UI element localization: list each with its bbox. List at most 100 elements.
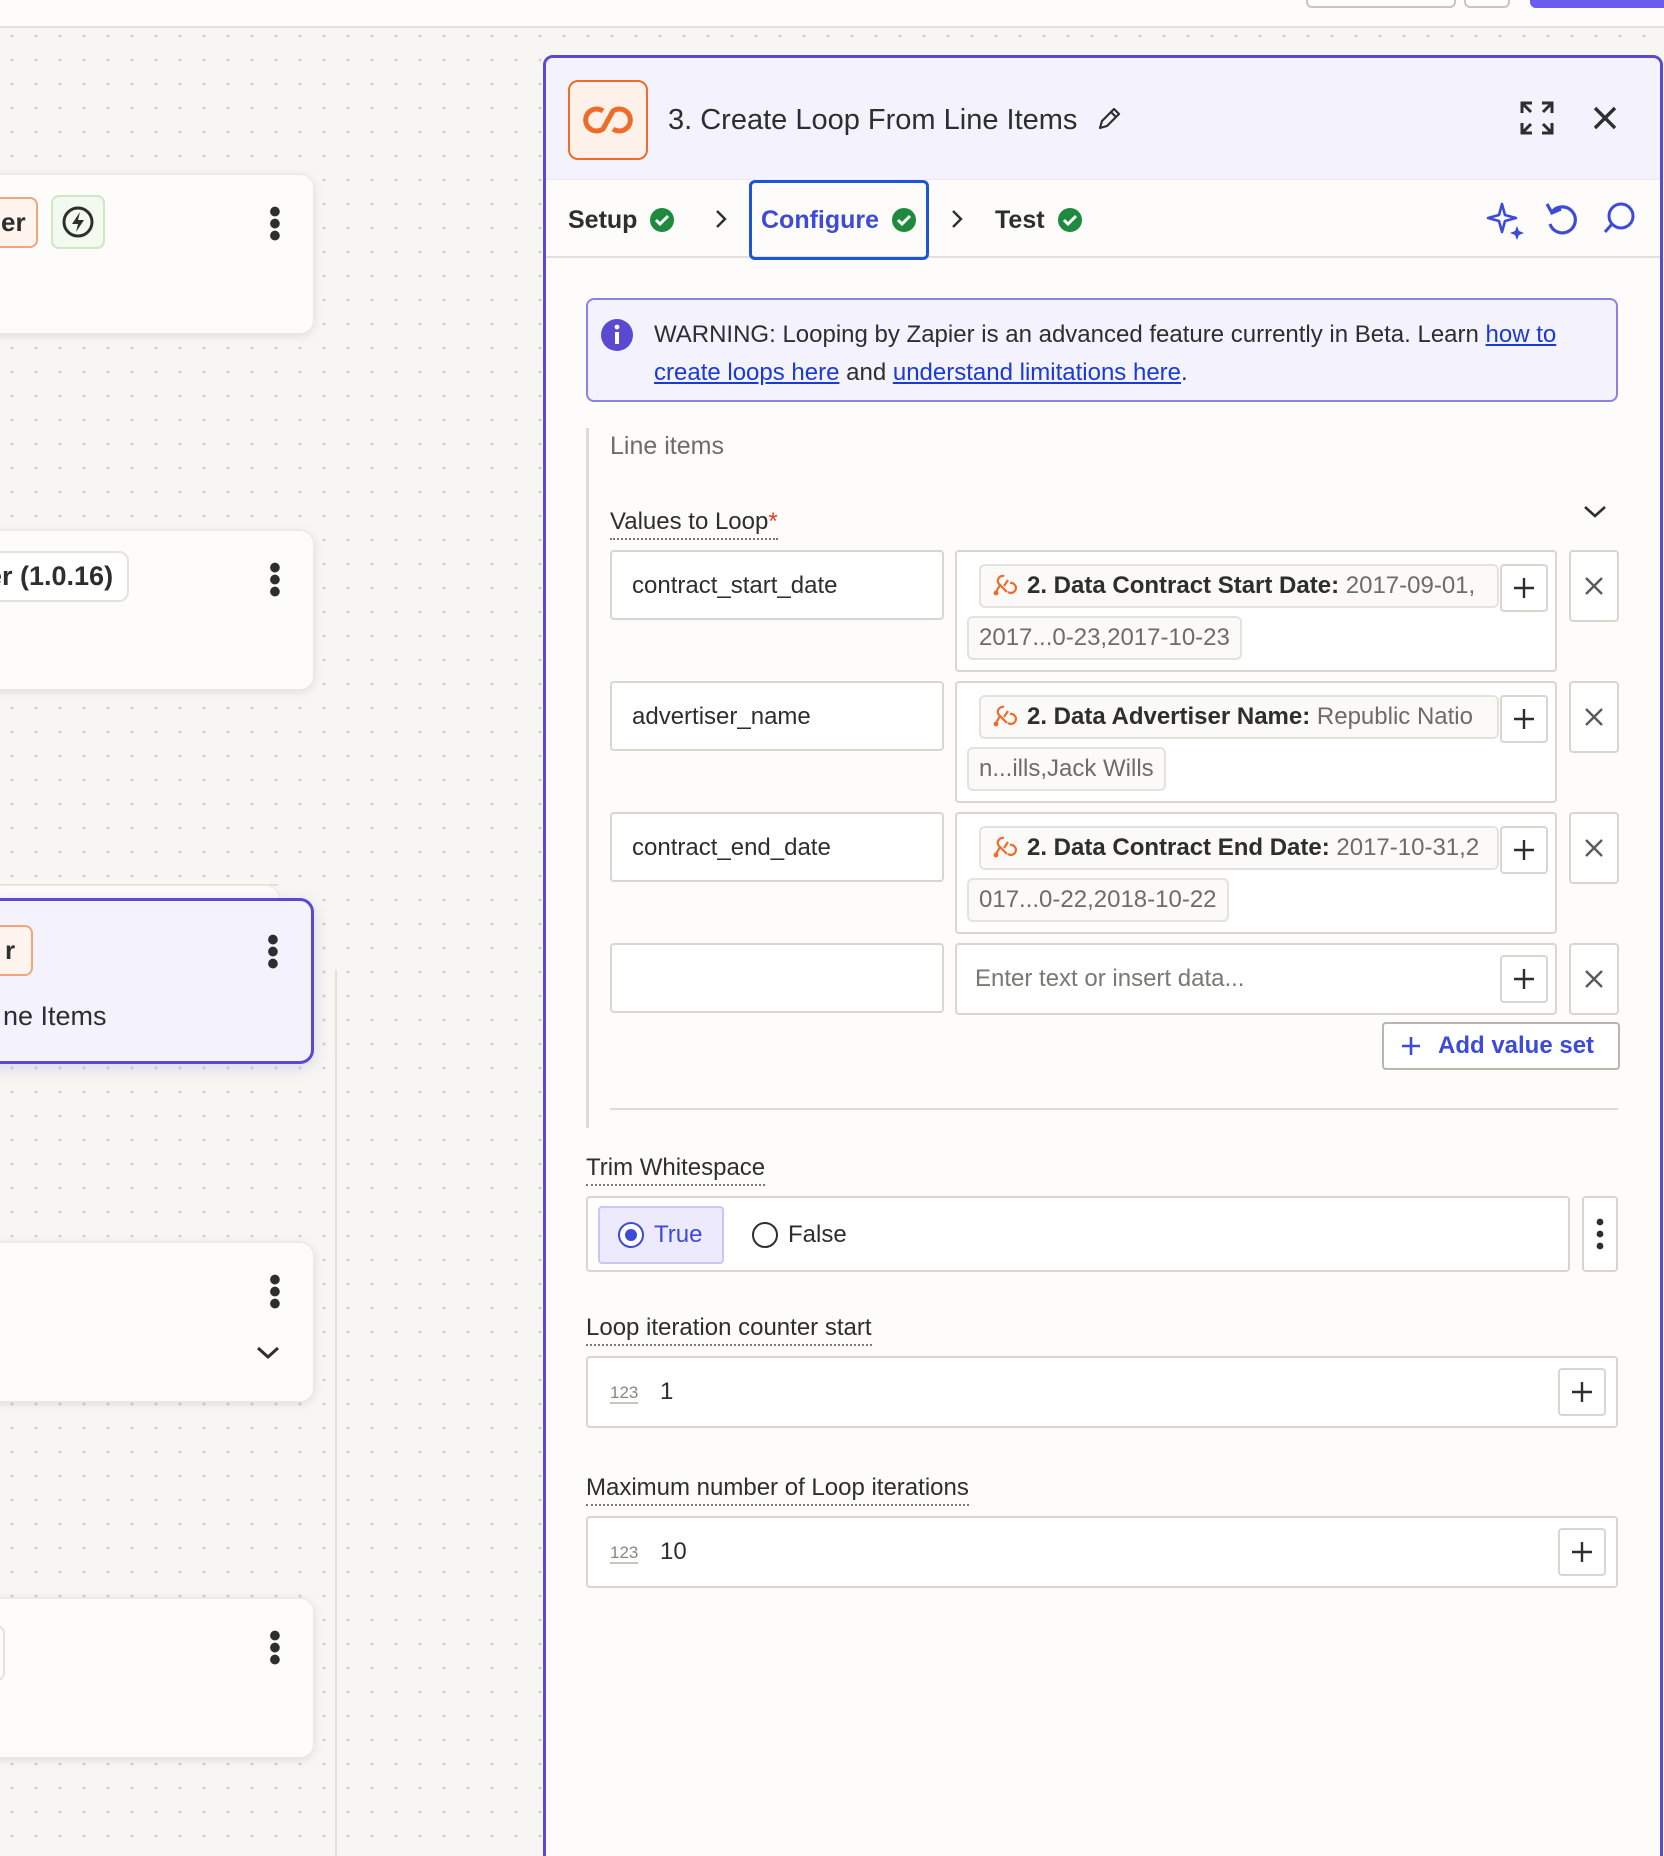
expand-icon[interactable] xyxy=(1519,100,1555,136)
loop-value-input[interactable]: 2. Data Contract Start Date: 2017-09-01,… xyxy=(955,550,1557,672)
loop-key-input[interactable] xyxy=(610,943,944,1013)
loop-value-input[interactable]: Enter text or insert data... xyxy=(955,943,1557,1015)
warning-text-part: . xyxy=(1181,359,1188,386)
max-iterations-input[interactable]: 123 10 xyxy=(586,1516,1618,1588)
panel-title: 3. Create Loop From Line Items xyxy=(668,104,1078,136)
warning-text: WARNING: Looping by Zapier is an advance… xyxy=(654,316,1604,392)
step-card-data[interactable]: pier (1.0.16) ••• xyxy=(0,530,314,690)
max-iterations-label: Maximum number of Loop iterations xyxy=(586,1474,969,1506)
radio-option-true[interactable]: True xyxy=(598,1206,724,1264)
loop-icon xyxy=(583,106,633,134)
chevron-right-icon xyxy=(716,210,727,228)
plus-icon xyxy=(1514,709,1534,729)
loop-value-input[interactable]: 2. Data Contract End Date: 2017-10-31,2 … xyxy=(955,812,1557,934)
app-version-pill: pier (1.0.16) xyxy=(0,551,130,602)
counter-start-value: 1 xyxy=(660,1378,674,1405)
comment-icon[interactable] xyxy=(1601,200,1637,236)
group-border xyxy=(586,428,589,1128)
pill-preview: Republic Natio xyxy=(1316,703,1473,730)
step-name: ne Items xyxy=(3,1001,107,1031)
plus-icon xyxy=(1572,1382,1592,1402)
remove-row-button[interactable] xyxy=(1569,550,1619,622)
tab-setup[interactable]: Setup xyxy=(568,182,675,258)
radio-label: True xyxy=(654,1221,703,1248)
data-pill[interactable]: 2. Data Advertiser Name: Republic Natio xyxy=(979,695,1499,739)
chevron-right-icon xyxy=(952,210,963,228)
data-pill[interactable]: 2. Data Contract End Date: 2017-10-31,2 xyxy=(979,826,1499,870)
remove-row-button[interactable] xyxy=(1569,812,1619,884)
plus-icon xyxy=(1514,578,1534,598)
remove-row-button[interactable] xyxy=(1569,943,1619,1015)
limitations-link[interactable]: understand limitations here xyxy=(893,359,1181,386)
divider xyxy=(610,1108,1618,1110)
chevron-down-icon[interactable] xyxy=(255,1345,281,1361)
add-value-set-button[interactable]: Add value set xyxy=(1382,1022,1620,1070)
values-to-loop-label: Values to Loop* xyxy=(610,508,778,540)
insert-data-button[interactable] xyxy=(1500,564,1548,612)
step-card-loop-selected[interactable]: r ne Items • • • xyxy=(0,898,314,1064)
close-icon xyxy=(1585,970,1603,988)
panel-header: 3. Create Loop From Line Items xyxy=(546,58,1660,180)
insert-data-button[interactable] xyxy=(1500,955,1548,1003)
value-placeholder: Enter text or insert data... xyxy=(975,965,1245,992)
plus-icon xyxy=(1514,840,1534,860)
app-tag xyxy=(0,1625,5,1681)
pill-preview: 2017-10-31,2 xyxy=(1336,834,1480,861)
insert-data-button[interactable] xyxy=(1558,1528,1606,1576)
more-options-icon[interactable]: • • • xyxy=(269,1619,281,1677)
step-editor-panel: 3. Create Loop From Line Items Setup Con… xyxy=(543,55,1663,1856)
chevron-down-icon[interactable] xyxy=(1582,504,1608,520)
remove-row-button[interactable] xyxy=(1569,681,1619,753)
bolt-icon xyxy=(62,206,94,238)
check-circle-icon xyxy=(650,208,675,232)
step-card[interactable]: • • • xyxy=(0,1598,314,1758)
pencil-icon[interactable] xyxy=(1096,106,1122,132)
insert-data-button[interactable] xyxy=(1500,826,1548,874)
data-pill-continuation[interactable]: n...ills,Jack Wills xyxy=(967,747,1166,791)
plus-icon xyxy=(1514,969,1534,989)
app-tag: r xyxy=(0,925,34,976)
loop-key-input[interactable]: contract_start_date xyxy=(610,550,944,620)
counter-start-input[interactable]: 123 1 xyxy=(586,1356,1618,1428)
number-type-icon: 123 xyxy=(610,1543,639,1564)
check-circle-icon xyxy=(892,208,917,232)
loop-key-input[interactable]: advertiser_name xyxy=(610,681,944,751)
more-options-icon[interactable]: • • • xyxy=(267,923,279,981)
publish-button[interactable] xyxy=(1530,0,1664,8)
plus-icon xyxy=(1572,1542,1592,1562)
loop-value-input[interactable]: 2. Data Advertiser Name: Republic Natio … xyxy=(955,681,1557,803)
add-value-set-label: Add value set xyxy=(1438,1032,1595,1059)
loop-key-input[interactable]: contract_end_date xyxy=(610,812,944,882)
warning-text-part: WARNING: Looping by Zapier is an advance… xyxy=(654,321,1486,348)
trim-whitespace-radio-group: True False xyxy=(586,1196,1570,1272)
tab-configure[interactable]: Configure xyxy=(749,180,930,260)
webhook-icon xyxy=(993,574,1017,596)
instant-trigger-badge xyxy=(51,195,105,249)
step-card-trigger[interactable]: er • • • xyxy=(0,174,314,334)
trim-whitespace-label: Trim Whitespace xyxy=(586,1154,766,1186)
more-options-icon[interactable]: • • • xyxy=(269,195,281,253)
step-tabs: Setup Configure Test xyxy=(546,180,1660,260)
undo-icon[interactable] xyxy=(1544,200,1580,238)
pill-source: 2. Data Contract End Date: xyxy=(1027,834,1330,861)
insert-data-button[interactable] xyxy=(1558,1368,1606,1416)
radio-option-false[interactable]: False xyxy=(752,1206,847,1264)
data-pill-continuation[interactable]: 2017...0-23,2017-10-23 xyxy=(967,616,1242,660)
data-pill-continuation[interactable]: 017...0-22,2018-10-22 xyxy=(967,878,1229,922)
insert-data-button[interactable] xyxy=(1500,695,1548,743)
app-tag: er xyxy=(0,197,38,248)
pill-source: 2. Data Contract Start Date: xyxy=(1027,572,1340,599)
step-card[interactable]: • • • xyxy=(0,1242,314,1402)
more-options-icon[interactable]: • • • xyxy=(269,551,281,609)
tab-test[interactable]: Test xyxy=(995,182,1083,258)
close-icon xyxy=(1585,708,1603,726)
field-options-button[interactable] xyxy=(1582,1196,1618,1272)
warning-text-part: and xyxy=(839,359,893,386)
top-bar-icon-button[interactable] xyxy=(1464,0,1510,8)
connector-line xyxy=(335,970,337,1856)
data-pill[interactable]: 2. Data Contract Start Date: 2017-09-01, xyxy=(979,564,1499,608)
more-options-icon[interactable]: • • • xyxy=(269,1263,281,1321)
top-bar-button[interactable] xyxy=(1306,0,1456,8)
ai-sparkle-icon[interactable] xyxy=(1486,200,1526,240)
close-icon[interactable] xyxy=(1591,104,1619,132)
